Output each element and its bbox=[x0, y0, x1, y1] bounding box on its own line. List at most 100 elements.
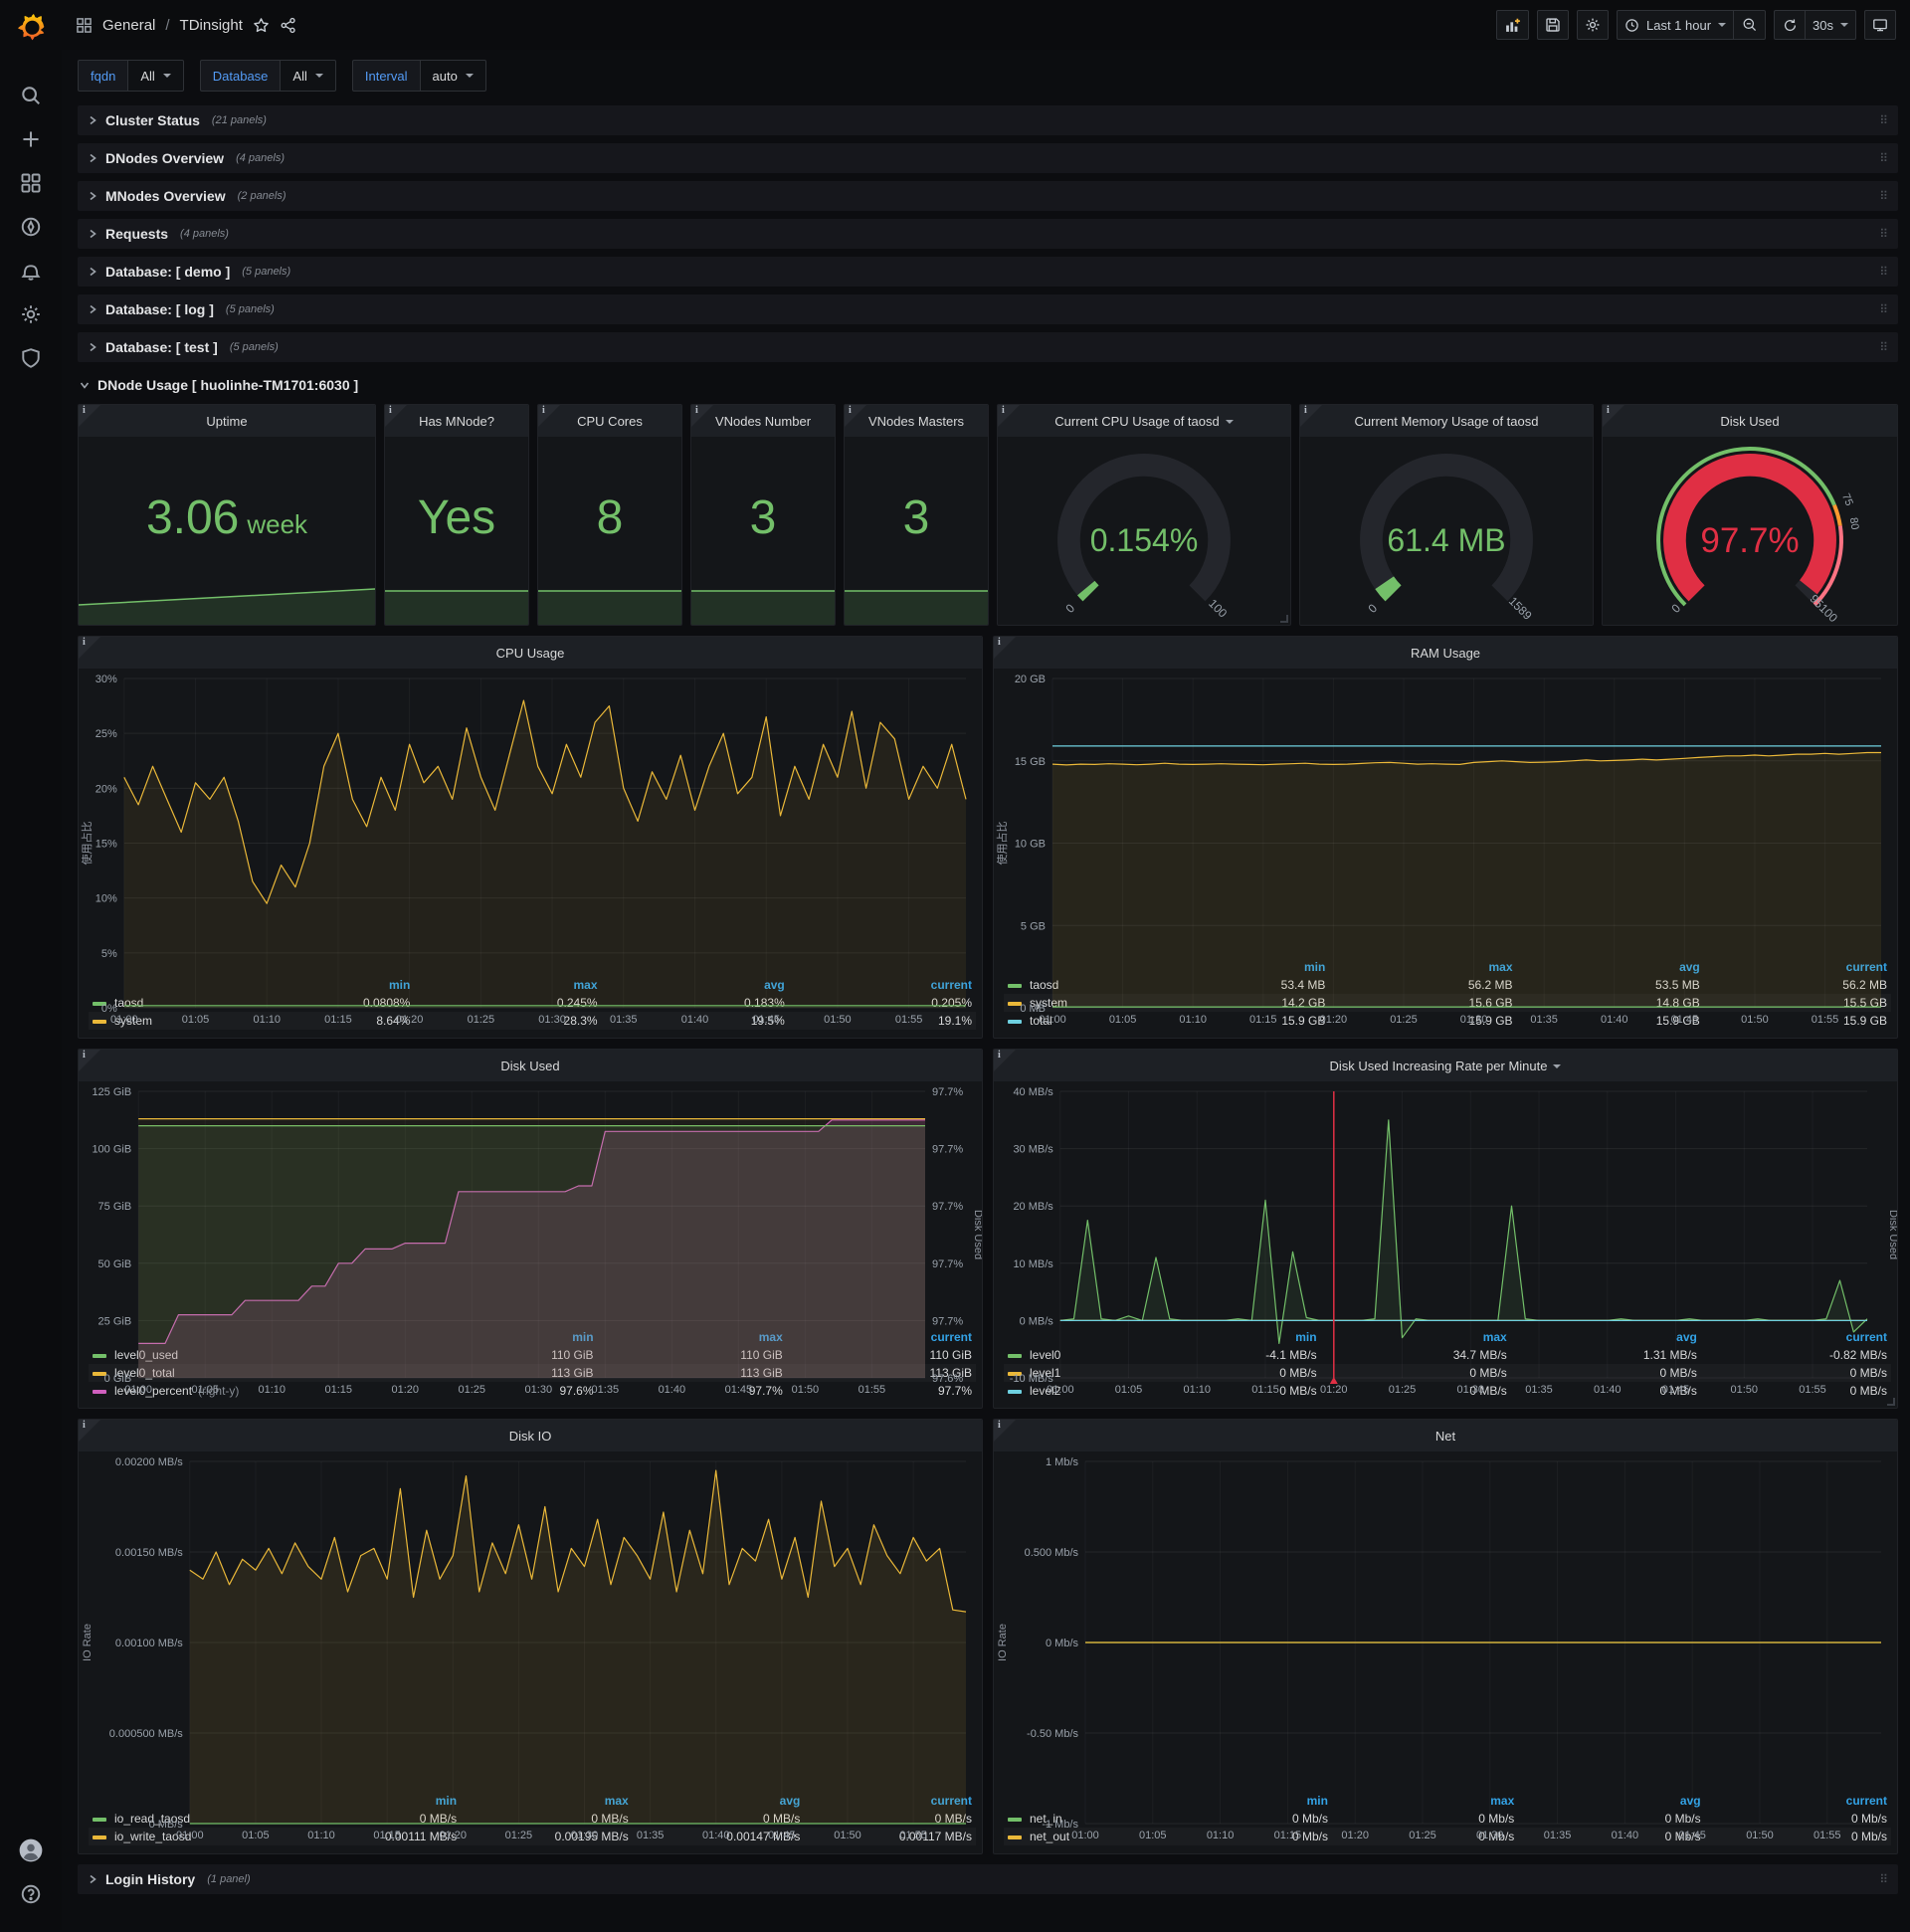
panel-info-icon[interactable]: i bbox=[79, 1050, 100, 1071]
svg-text:-0.50 Mb/s: -0.50 Mb/s bbox=[1027, 1728, 1078, 1740]
search-icon[interactable] bbox=[8, 74, 54, 117]
ram-usage-plot: 0 MB 5 GB 10 GB 15 GB 20 GB 01:00 01:05 01:10 01… bbox=[994, 669, 1897, 1026]
row-cluster-status[interactable]: Cluster Status (21 panels) ⠿ bbox=[78, 105, 1898, 135]
panel-title: CPU Cores bbox=[577, 413, 643, 429]
panel-disk-io-chart: i Disk IO 0 MB/s 0.000500 MB/s 0.00100 MB/s 0… bbox=[78, 1419, 983, 1854]
panel-info-icon[interactable]: i bbox=[994, 1420, 1016, 1442]
svg-text:0.00150 MB/s: 0.00150 MB/s bbox=[115, 1547, 183, 1559]
svg-text:01:20: 01:20 bbox=[1320, 1384, 1348, 1396]
stat-value: 8 bbox=[596, 491, 624, 544]
variable-value-database[interactable]: All bbox=[280, 60, 336, 92]
row-database-log[interactable]: Database: [ log ] (5 panels) ⠿ bbox=[78, 294, 1898, 324]
star-icon[interactable] bbox=[253, 17, 270, 34]
row-database-demo[interactable]: Database: [ demo ] (5 panels) ⠿ bbox=[78, 257, 1898, 287]
add-panel-button[interactable] bbox=[1495, 10, 1529, 40]
refresh-button[interactable] bbox=[1774, 10, 1807, 40]
panel-header[interactable]: Current CPU Usage of taosd bbox=[998, 405, 1290, 437]
panel-header[interactable]: Disk Used bbox=[79, 1050, 982, 1081]
panel-info-icon[interactable]: i bbox=[79, 1420, 100, 1442]
svg-text:01:10: 01:10 bbox=[253, 1014, 281, 1026]
variable-label-database: Database bbox=[199, 60, 281, 92]
row-drag-handle[interactable]: ⠿ bbox=[1879, 340, 1888, 354]
svg-text:97.7%: 97.7% bbox=[932, 1315, 963, 1327]
zoom-out-time-button[interactable] bbox=[1734, 10, 1767, 40]
row-drag-handle[interactable]: ⠿ bbox=[1879, 227, 1888, 241]
row-login-history[interactable]: Login History (1 panel) ⠿ bbox=[78, 1864, 1898, 1894]
alerting-bell-icon[interactable] bbox=[8, 249, 54, 292]
panel-header[interactable]: Disk Used Increasing Rate per Minute bbox=[994, 1050, 1897, 1081]
variable-value-fqdn[interactable]: All bbox=[127, 60, 184, 92]
svg-text:25%: 25% bbox=[96, 728, 117, 740]
refresh-interval-picker[interactable]: 30s bbox=[1806, 10, 1856, 40]
panel-header[interactable]: Disk Used bbox=[1603, 405, 1897, 437]
save-dashboard-button[interactable] bbox=[1536, 10, 1569, 40]
panel-info-icon[interactable]: i bbox=[538, 405, 560, 427]
row-drag-handle[interactable]: ⠿ bbox=[1879, 151, 1888, 165]
breadcrumb-folder[interactable]: General bbox=[102, 17, 155, 34]
time-range-picker[interactable]: Last 1 hour bbox=[1616, 10, 1735, 40]
row-dnodes-overview[interactable]: DNodes Overview (4 panels) ⠿ bbox=[78, 143, 1898, 173]
row-drag-handle[interactable]: ⠿ bbox=[1879, 302, 1888, 316]
svg-text:01:15: 01:15 bbox=[324, 1014, 352, 1026]
panel-header[interactable]: Current Memory Usage of taosd bbox=[1300, 405, 1593, 437]
panel-info-icon[interactable]: i bbox=[79, 405, 100, 427]
panel-header[interactable]: CPU Usage bbox=[79, 637, 982, 669]
panel-header[interactable]: Net bbox=[994, 1420, 1897, 1451]
svg-text:01:45: 01:45 bbox=[1678, 1830, 1706, 1841]
row-drag-handle[interactable]: ⠿ bbox=[1879, 113, 1888, 127]
row-drag-handle[interactable]: ⠿ bbox=[1879, 189, 1888, 203]
stat-value: 3 bbox=[902, 491, 930, 544]
panel-vnodes-number: i VNodes Number 3 bbox=[690, 404, 836, 626]
panel-header[interactable]: Uptime bbox=[79, 405, 375, 437]
panel-info-icon[interactable]: i bbox=[1300, 405, 1322, 427]
stat-value: 3 bbox=[749, 491, 777, 544]
panel-info-icon[interactable]: i bbox=[994, 637, 1016, 659]
panel-resize-handle[interactable] bbox=[1280, 615, 1288, 623]
row-dnode-usage[interactable]: DNode Usage [ huolinhe-TM1701:6030 ] bbox=[78, 370, 1898, 400]
dashboard-settings-button[interactable] bbox=[1576, 10, 1609, 40]
panel-info-icon[interactable]: i bbox=[1603, 405, 1624, 427]
svg-text:01:50: 01:50 bbox=[1741, 1014, 1769, 1026]
cycle-view-mode-button[interactable] bbox=[1864, 10, 1896, 40]
grafana-logo[interactable] bbox=[11, 8, 51, 48]
user-avatar[interactable] bbox=[8, 1829, 54, 1872]
server-admin-shield-icon[interactable] bbox=[8, 336, 54, 380]
svg-text:5 GB: 5 GB bbox=[1021, 920, 1046, 932]
chevron-down-icon bbox=[80, 380, 90, 390]
row-database-test[interactable]: Database: [ test ] (5 panels) ⠿ bbox=[78, 332, 1898, 362]
svg-text:0.500 Mb/s: 0.500 Mb/s bbox=[1025, 1547, 1079, 1559]
row-requests[interactable]: Requests (4 panels) ⠿ bbox=[78, 219, 1898, 249]
svg-text:80: 80 bbox=[1847, 516, 1861, 530]
panel-header[interactable]: RAM Usage bbox=[994, 637, 1897, 669]
panel-info-icon[interactable]: i bbox=[79, 637, 100, 659]
row-mnodes-overview[interactable]: MNodes Overview (2 panels) ⠿ bbox=[78, 181, 1898, 211]
help-icon[interactable] bbox=[8, 1872, 54, 1916]
breadcrumb-dashboard[interactable]: TDinsight bbox=[180, 17, 243, 34]
variable-value-interval[interactable]: auto bbox=[419, 60, 486, 92]
panel-title: VNodes Number bbox=[714, 413, 812, 429]
svg-text:01:15: 01:15 bbox=[373, 1830, 401, 1841]
vnodes-masters-stat: 3 bbox=[845, 437, 988, 625]
svg-text:01:05: 01:05 bbox=[1109, 1014, 1137, 1026]
panel-info-icon[interactable]: i bbox=[845, 405, 866, 427]
panel-resize-handle[interactable] bbox=[1887, 1398, 1895, 1406]
panel-header[interactable]: Disk IO bbox=[79, 1420, 982, 1451]
configuration-gear-icon[interactable] bbox=[8, 292, 54, 336]
explore-compass-icon[interactable] bbox=[8, 205, 54, 249]
chevron-down-icon bbox=[1553, 1064, 1562, 1068]
share-icon[interactable] bbox=[280, 17, 296, 34]
create-plus-icon[interactable] bbox=[8, 117, 54, 161]
svg-text:0.154%: 0.154% bbox=[1090, 522, 1199, 558]
panel-info-icon[interactable]: i bbox=[385, 405, 407, 427]
svg-text:97.7%: 97.7% bbox=[932, 1201, 963, 1213]
row-drag-handle[interactable]: ⠿ bbox=[1879, 1872, 1888, 1886]
panel-info-icon[interactable]: i bbox=[998, 405, 1020, 427]
panel-info-icon[interactable]: i bbox=[691, 405, 713, 427]
chevron-right-icon bbox=[88, 153, 97, 163]
svg-text:01:55: 01:55 bbox=[1812, 1014, 1839, 1026]
dashboards-icon[interactable] bbox=[8, 161, 54, 205]
svg-text:10%: 10% bbox=[96, 893, 117, 905]
panel-info-icon[interactable]: i bbox=[994, 1050, 1016, 1071]
row-drag-handle[interactable]: ⠿ bbox=[1879, 265, 1888, 279]
panel-title: Current CPU Usage of taosd bbox=[1054, 413, 1220, 429]
